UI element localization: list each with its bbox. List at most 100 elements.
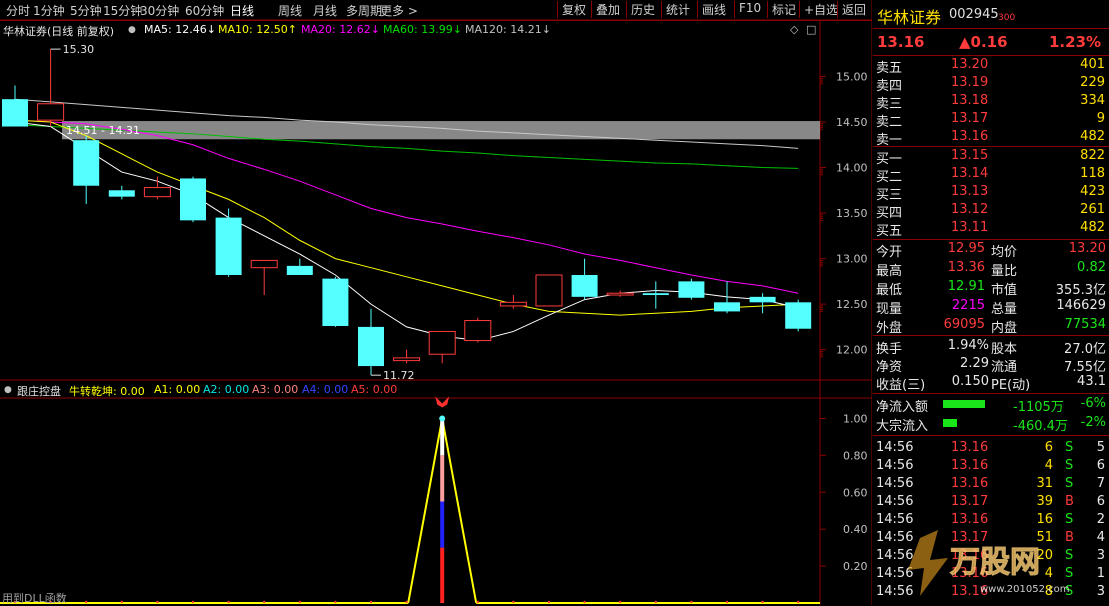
stat-value: 69095 bbox=[943, 317, 985, 332]
toolbar-button[interactable]: 复权 bbox=[557, 1, 590, 18]
tick-price: 13.16 bbox=[951, 512, 989, 527]
fund-value: 43.1 bbox=[1077, 374, 1106, 389]
baseline-dot bbox=[120, 600, 124, 604]
period-tab[interactable]: 更多 > bbox=[380, 2, 418, 19]
watermark-logo: 万股网 www.201052.com bbox=[890, 530, 1090, 600]
expand-square-icon[interactable]: □ bbox=[806, 23, 816, 36]
toolbar-button[interactable]: 叠加 bbox=[591, 1, 624, 18]
code-suffix: 300 bbox=[998, 13, 1016, 23]
period-tab[interactable]: 5分钟 bbox=[70, 2, 102, 19]
toolbar-button[interactable]: +自选 bbox=[799, 1, 842, 18]
toolbar-button[interactable]: F10 bbox=[734, 1, 765, 18]
baseline-dot bbox=[156, 600, 159, 604]
baseline-dot bbox=[191, 600, 195, 604]
indicator-axis-label: 0.60 bbox=[843, 486, 868, 499]
tick-side: S bbox=[1065, 512, 1074, 527]
tick-time: 14:56 bbox=[876, 494, 914, 509]
baseline-dot bbox=[547, 600, 551, 604]
price-axis-label: 14.50 bbox=[836, 116, 868, 129]
tick-time: 14:56 bbox=[876, 458, 914, 473]
indicator-axis-label: 0.80 bbox=[843, 449, 868, 462]
orderbook-volume: 9 bbox=[1096, 111, 1105, 126]
candle-body bbox=[428, 330, 456, 355]
stat-row: 外盘 69095 内盘 77534 bbox=[873, 316, 1109, 336]
period-tab[interactable]: 日线 bbox=[230, 2, 254, 19]
indicator-circle-icon[interactable]: ● bbox=[4, 385, 12, 395]
toolbar-button[interactable]: 返回 bbox=[837, 1, 870, 18]
tick-volume: 31 bbox=[1036, 476, 1053, 491]
toolbar-button[interactable]: 历史 bbox=[626, 1, 659, 18]
baseline-dot bbox=[761, 600, 764, 604]
tick-count: 4 bbox=[1096, 530, 1105, 545]
settings-circle-icon[interactable]: ● bbox=[128, 25, 136, 35]
price-axis-label: 12.00 bbox=[836, 344, 868, 357]
candle-body bbox=[37, 103, 65, 121]
indicator-item: A1: 0.00 bbox=[154, 383, 201, 396]
ma5-legend: MA5: 12.46↓ bbox=[144, 23, 216, 36]
toolbar-button[interactable]: 统计 bbox=[661, 1, 694, 18]
stock-code: 002945 bbox=[949, 7, 999, 22]
diamond-icon[interactable]: ◇ bbox=[790, 23, 798, 36]
orderbook-volume: 423 bbox=[1080, 184, 1105, 199]
orderbook-row: 卖五 13.20 401 bbox=[873, 56, 1109, 76]
price-axis-label: 14.00 bbox=[836, 162, 868, 175]
baseline-dot bbox=[797, 600, 800, 604]
orderbook-price: 13.11 bbox=[951, 220, 989, 235]
period-tab[interactable]: 分时 bbox=[6, 2, 30, 19]
price-axis-label: 15.00 bbox=[836, 70, 868, 83]
flow-pct: -6% bbox=[1080, 396, 1106, 411]
indicator-bar-segment bbox=[440, 418, 445, 456]
tick-row: 14:56 13.16 16 S 2 bbox=[873, 511, 1109, 529]
baseline-dot bbox=[227, 600, 230, 604]
period-tab[interactable]: 1分钟 bbox=[33, 2, 65, 19]
period-tab[interactable]: 周线 bbox=[278, 2, 302, 19]
stat-value: 13.36 bbox=[947, 260, 985, 275]
indicator-item: A2: 0.00 bbox=[203, 383, 250, 396]
tick-count: 6 bbox=[1096, 458, 1105, 473]
tick-side: S bbox=[1065, 458, 1074, 473]
tick-count: 3 bbox=[1096, 548, 1105, 563]
stat-label: 内盘 bbox=[991, 321, 1018, 336]
ma5-line bbox=[14, 121, 799, 342]
period-tab[interactable]: 30分钟 bbox=[140, 2, 179, 19]
candle-body bbox=[678, 281, 705, 298]
orderbook-row: 买四 13.12 261 bbox=[873, 201, 1109, 221]
toolbar-button[interactable]: 画线 bbox=[697, 1, 730, 18]
orderbook-volume: 334 bbox=[1080, 93, 1105, 108]
price-axis-label: 12.50 bbox=[836, 298, 868, 311]
orderbook-label: 买五 bbox=[876, 224, 903, 239]
orderbook-price: 13.13 bbox=[951, 184, 989, 199]
butterfly-signal-icon bbox=[435, 396, 450, 408]
ma10-line bbox=[14, 119, 799, 316]
orderbook-row: 买二 13.14 118 bbox=[873, 165, 1109, 185]
flow-bar bbox=[943, 400, 985, 408]
period-tab[interactable]: 60分钟 bbox=[185, 2, 224, 19]
stat-value: 13.20 bbox=[1068, 241, 1106, 256]
toolbar-button[interactable]: 标记 bbox=[767, 1, 800, 18]
orderbook-price: 13.18 bbox=[951, 93, 989, 108]
flow-row: 净流入额 -1105万 -6% bbox=[873, 395, 1109, 415]
fundamental-row: 收益(三) 0.150 PE(动) 43.1 bbox=[873, 373, 1109, 393]
kline-chart[interactable]: 15.00 14.50 14.00 13.50 13.00 12.50 12.00 15.3… bbox=[0, 0, 872, 605]
candle-body bbox=[714, 302, 740, 312]
orderbook-price: 13.14 bbox=[951, 166, 989, 181]
period-tab[interactable]: 多周期 bbox=[346, 2, 382, 19]
stat-label: 最低 bbox=[876, 283, 903, 298]
baseline-dot bbox=[441, 600, 444, 604]
tick-price: 13.17 bbox=[951, 494, 989, 509]
orderbook-volume: 401 bbox=[1080, 57, 1105, 72]
period-tab[interactable]: 月线 bbox=[313, 2, 337, 19]
period-tab[interactable]: 15分钟 bbox=[103, 2, 142, 19]
price-change: ▲0.16 bbox=[959, 33, 1008, 51]
stock-name: 华林证券 bbox=[877, 8, 942, 27]
fund-label: PE(动) bbox=[991, 378, 1031, 393]
orderbook-row: 买三 13.13 423 bbox=[873, 183, 1109, 203]
candle-body bbox=[73, 140, 100, 186]
tick-volume: 4 bbox=[1044, 458, 1053, 473]
tick-row: 14:56 13.16 4 S 6 bbox=[873, 457, 1109, 475]
tick-time: 14:56 bbox=[876, 476, 914, 491]
candle-body bbox=[180, 178, 206, 221]
baseline-dot bbox=[334, 600, 337, 604]
orderbook-volume: 482 bbox=[1080, 129, 1105, 144]
ma20-line bbox=[14, 119, 799, 294]
